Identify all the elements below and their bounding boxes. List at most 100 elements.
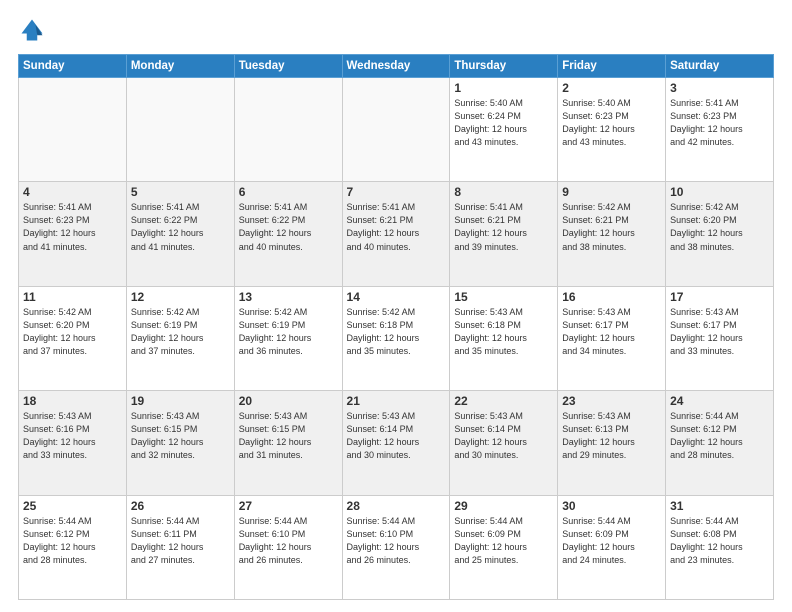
day-header-saturday: Saturday (666, 55, 774, 78)
day-cell: 14 Sunrise: 5:42 AM Sunset: 6:18 PM Dayli… (342, 286, 450, 390)
day-number: 9 (562, 185, 661, 199)
day-info: Sunrise: 5:44 AM Sunset: 6:11 PM Dayligh… (131, 515, 230, 567)
day-number: 18 (23, 394, 122, 408)
day-number: 12 (131, 290, 230, 304)
day-info: Sunrise: 5:43 AM Sunset: 6:14 PM Dayligh… (454, 410, 553, 462)
day-info: Sunrise: 5:41 AM Sunset: 6:22 PM Dayligh… (131, 201, 230, 253)
day-number: 23 (562, 394, 661, 408)
day-info: Sunrise: 5:43 AM Sunset: 6:18 PM Dayligh… (454, 306, 553, 358)
week-row-1: 1 Sunrise: 5:40 AM Sunset: 6:24 PM Daylig… (19, 78, 774, 182)
day-number: 16 (562, 290, 661, 304)
day-info: Sunrise: 5:44 AM Sunset: 6:08 PM Dayligh… (670, 515, 769, 567)
day-number: 14 (347, 290, 446, 304)
day-number: 30 (562, 499, 661, 513)
day-info: Sunrise: 5:44 AM Sunset: 6:12 PM Dayligh… (23, 515, 122, 567)
logo (18, 16, 52, 44)
day-cell: 26 Sunrise: 5:44 AM Sunset: 6:11 PM Dayli… (126, 495, 234, 599)
week-row-5: 25 Sunrise: 5:44 AM Sunset: 6:12 PM Dayli… (19, 495, 774, 599)
day-info: Sunrise: 5:42 AM Sunset: 6:19 PM Dayligh… (239, 306, 338, 358)
day-cell: 19Sunrise: 5:43 AM Sunset: 6:15 PM Dayli… (126, 391, 234, 495)
day-cell: 22 Sunrise: 5:43 AM Sunset: 6:14 PM Dayli… (450, 391, 558, 495)
day-cell (342, 78, 450, 182)
day-number: 21 (347, 394, 446, 408)
day-info: Sunrise: 5:41 AM Sunset: 6:21 PM Dayligh… (454, 201, 553, 253)
day-cell: 15 Sunrise: 5:43 AM Sunset: 6:18 PM Dayli… (450, 286, 558, 390)
day-info: Sunrise: 5:40 AM Sunset: 6:24 PM Dayligh… (454, 97, 553, 149)
day-info: Sunrise: 5:40 AM Sunset: 6:23 PM Dayligh… (562, 97, 661, 149)
day-number: 5 (131, 185, 230, 199)
day-number: 15 (454, 290, 553, 304)
day-info: Sunrise: 5:42 AM Sunset: 6:20 PM Dayligh… (670, 201, 769, 253)
day-info: Sunrise: 5:44 AM Sunset: 6:10 PM Dayligh… (347, 515, 446, 567)
header (18, 16, 774, 44)
day-header-monday: Monday (126, 55, 234, 78)
day-info: Sunrise: 5:43 AM Sunset: 6:17 PM Dayligh… (562, 306, 661, 358)
week-row-4: 18 Sunrise: 5:43 AM Sunset: 6:16 PM Dayli… (19, 391, 774, 495)
day-info: Sunrise: 5:44 AM Sunset: 6:12 PM Dayligh… (670, 410, 769, 462)
day-number: 22 (454, 394, 553, 408)
day-cell: 10 Sunrise: 5:42 AM Sunset: 6:20 PM Dayli… (666, 182, 774, 286)
day-cell: 17 Sunrise: 5:43 AM Sunset: 6:17 PM Dayli… (666, 286, 774, 390)
day-cell: 1 Sunrise: 5:40 AM Sunset: 6:24 PM Daylig… (450, 78, 558, 182)
day-number: 26 (131, 499, 230, 513)
day-header-wednesday: Wednesday (342, 55, 450, 78)
day-cell: 28 Sunrise: 5:44 AM Sunset: 6:10 PM Dayli… (342, 495, 450, 599)
day-info: Sunrise: 5:43 AM Sunset: 6:16 PM Dayligh… (23, 410, 122, 462)
day-info: Sunrise: 5:44 AM Sunset: 6:09 PM Dayligh… (562, 515, 661, 567)
calendar-table: SundayMondayTuesdayWednesdayThursdayFrid… (18, 54, 774, 600)
day-cell: 16 Sunrise: 5:43 AM Sunset: 6:17 PM Dayli… (558, 286, 666, 390)
day-number: 13 (239, 290, 338, 304)
week-row-2: 4Sunrise: 5:41 AM Sunset: 6:23 PM Daylig… (19, 182, 774, 286)
day-info: Sunrise: 5:41 AM Sunset: 6:23 PM Dayligh… (670, 97, 769, 149)
day-info: Sunrise: 5:42 AM Sunset: 6:18 PM Dayligh… (347, 306, 446, 358)
day-cell (19, 78, 127, 182)
day-info: Sunrise: 5:44 AM Sunset: 6:09 PM Dayligh… (454, 515, 553, 567)
day-number: 3 (670, 81, 769, 95)
week-row-3: 11 Sunrise: 5:42 AM Sunset: 6:20 PM Dayli… (19, 286, 774, 390)
day-number: 19 (131, 394, 230, 408)
day-cell (234, 78, 342, 182)
day-number: 20 (239, 394, 338, 408)
day-header-tuesday: Tuesday (234, 55, 342, 78)
day-info: Sunrise: 5:42 AM Sunset: 6:20 PM Dayligh… (23, 306, 122, 358)
day-number: 17 (670, 290, 769, 304)
day-cell: 11 Sunrise: 5:42 AM Sunset: 6:20 PM Dayli… (19, 286, 127, 390)
day-cell: 18 Sunrise: 5:43 AM Sunset: 6:16 PM Dayli… (19, 391, 127, 495)
day-cell: 12 Sunrise: 5:42 AM Sunset: 6:19 PM Dayli… (126, 286, 234, 390)
day-info: Sunrise: 5:44 AM Sunset: 6:10 PM Dayligh… (239, 515, 338, 567)
day-cell (126, 78, 234, 182)
day-cell: 3 Sunrise: 5:41 AM Sunset: 6:23 PM Daylig… (666, 78, 774, 182)
day-cell: 20 Sunrise: 5:43 AM Sunset: 6:15 PM Dayli… (234, 391, 342, 495)
page: SundayMondayTuesdayWednesdayThursdayFrid… (0, 0, 792, 612)
day-number: 24 (670, 394, 769, 408)
calendar-header-row: SundayMondayTuesdayWednesdayThursdayFrid… (19, 55, 774, 78)
day-header-friday: Friday (558, 55, 666, 78)
day-info: Sunrise: 5:41 AM Sunset: 6:22 PM Dayligh… (239, 201, 338, 253)
day-header-thursday: Thursday (450, 55, 558, 78)
day-number: 25 (23, 499, 122, 513)
day-number: 29 (454, 499, 553, 513)
day-info: Sunrise: 5:42 AM Sunset: 6:19 PM Dayligh… (131, 306, 230, 358)
day-info: Sunrise: 5:41 AM Sunset: 6:23 PM Dayligh… (23, 201, 122, 253)
day-info: Sunrise: 5:43 AM Sunset: 6:17 PM Dayligh… (670, 306, 769, 358)
day-cell: 13 Sunrise: 5:42 AM Sunset: 6:19 PM Dayli… (234, 286, 342, 390)
day-cell: 8 Sunrise: 5:41 AM Sunset: 6:21 PM Daylig… (450, 182, 558, 286)
day-number: 1 (454, 81, 553, 95)
day-number: 28 (347, 499, 446, 513)
day-cell: 2 Sunrise: 5:40 AM Sunset: 6:23 PM Daylig… (558, 78, 666, 182)
day-number: 31 (670, 499, 769, 513)
day-info: Sunrise: 5:42 AM Sunset: 6:21 PM Dayligh… (562, 201, 661, 253)
day-cell: 29 Sunrise: 5:44 AM Sunset: 6:09 PM Dayli… (450, 495, 558, 599)
day-cell: 31 Sunrise: 5:44 AM Sunset: 6:08 PM Dayli… (666, 495, 774, 599)
day-info: Sunrise: 5:43 AM Sunset: 6:15 PM Dayligh… (239, 410, 338, 462)
day-number: 8 (454, 185, 553, 199)
day-cell: 21Sunrise: 5:43 AM Sunset: 6:14 PM Dayli… (342, 391, 450, 495)
day-cell: 5 Sunrise: 5:41 AM Sunset: 6:22 PM Daylig… (126, 182, 234, 286)
day-number: 2 (562, 81, 661, 95)
day-cell: 4Sunrise: 5:41 AM Sunset: 6:23 PM Daylig… (19, 182, 127, 286)
day-number: 10 (670, 185, 769, 199)
day-cell: 23 Sunrise: 5:43 AM Sunset: 6:13 PM Dayli… (558, 391, 666, 495)
day-info: Sunrise: 5:43 AM Sunset: 6:13 PM Dayligh… (562, 410, 661, 462)
day-number: 11 (23, 290, 122, 304)
day-cell: 24 Sunrise: 5:44 AM Sunset: 6:12 PM Dayli… (666, 391, 774, 495)
